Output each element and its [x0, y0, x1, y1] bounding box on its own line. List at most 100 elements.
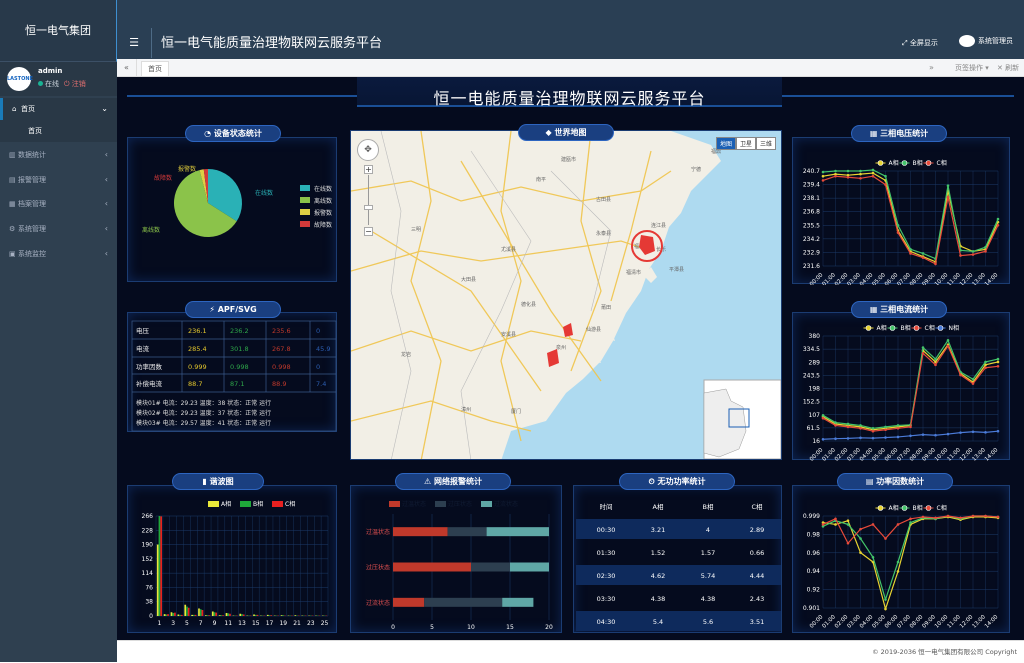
admin-label: 系统管理员 — [978, 37, 1013, 45]
data-point — [872, 556, 875, 559]
legend-swatch-fault — [300, 221, 310, 227]
admin-menu[interactable]: 系统管理员 — [959, 35, 1013, 47]
data-point — [934, 358, 937, 361]
apf-val-a: 236.1 — [188, 327, 207, 335]
tab-ops-button[interactable]: 页签操作 ▾ — [955, 59, 989, 77]
harmonic-bar — [188, 608, 190, 616]
legend-label: A相 — [889, 504, 899, 512]
y-tick-label: 232.9 — [803, 249, 820, 256]
y-tick-label: 238.1 — [803, 195, 820, 202]
tab-next-icon[interactable]: » — [929, 59, 934, 77]
legend-alarm: 报警数 — [314, 209, 332, 217]
y-tick-label: 243.5 — [803, 372, 820, 379]
logout-link[interactable]: ⏻ 注销 — [64, 80, 86, 88]
chevron-down-icon: ⌄ — [101, 98, 108, 120]
avatar[interactable]: LASTONE — [7, 67, 31, 91]
sidebar-item-archive[interactable]: ▦档案管理‹ — [0, 193, 117, 215]
apf-panel: 电压 236.1 236.2 235.6 0 电流 285.4 301.8 26… — [127, 312, 337, 432]
zoom-in-button[interactable]: + — [364, 165, 373, 174]
user-status: 在线⏻ 注销 — [38, 79, 86, 89]
zoom-out-button[interactable]: − — [364, 227, 373, 236]
legend-marker — [890, 326, 895, 331]
reactive-cell: 02:30 — [597, 572, 616, 580]
data-point — [922, 256, 925, 259]
current-title-text: 三相电流统计 — [880, 305, 928, 314]
sidebar-item-home[interactable]: ⌂首页⌄ — [0, 98, 117, 120]
sidebar-item-monitor[interactable]: ▣系统监控‹ — [0, 243, 117, 265]
device-status-title-text: 设备状态统计 — [214, 129, 262, 138]
data-point — [972, 378, 975, 381]
voltage-title: ▦ 三相电压统计 — [851, 125, 947, 142]
zoom-slider-track[interactable] — [368, 175, 369, 225]
pf-panel: 0.9990.980.960.940.920.90100:0001:0002:0… — [792, 485, 1010, 633]
harmonic-bar — [221, 615, 223, 616]
data-point — [847, 426, 850, 429]
map-pan-control[interactable]: ✥ — [357, 139, 379, 161]
legend-marker — [938, 326, 943, 331]
data-point — [834, 170, 837, 173]
sidebar-subitem-home[interactable]: 首页 — [0, 120, 117, 142]
map-view[interactable]: 福州 南平 永泰县 尤溪县 大田县 莆田 泉州 厦门 德化县 安溪县 仙游县 漳… — [351, 131, 782, 460]
data-point — [872, 430, 875, 433]
data-point — [934, 364, 937, 367]
tab-home[interactable]: 首页 — [141, 61, 169, 76]
x-tick-label: 19 — [279, 620, 287, 627]
legend-marker — [902, 161, 907, 166]
x-tick-label: 25 — [321, 620, 329, 627]
harmonic-bar — [165, 614, 167, 616]
data-point — [972, 382, 975, 385]
data-point — [897, 427, 900, 430]
refresh-button[interactable]: ✕ 刷新 — [997, 59, 1019, 77]
data-point — [909, 518, 912, 521]
y-tick-label: 0.901 — [803, 605, 820, 612]
harmonic-bar — [195, 615, 197, 616]
fullscreen-button[interactable]: ⤢ 全屏显示 — [902, 38, 938, 48]
legend-swatch — [481, 501, 492, 507]
data-point — [947, 184, 950, 187]
apf-val-b: 301.8 — [230, 345, 249, 353]
zoom-slider-thumb[interactable] — [364, 205, 373, 210]
harmonic-bar — [294, 615, 296, 616]
y-tick-label: 0.92 — [807, 587, 821, 594]
data-point — [947, 515, 950, 518]
apf-val-c: 0.998 — [272, 363, 291, 371]
data-point — [822, 417, 825, 420]
fullscreen-icon: ⤢ — [902, 39, 910, 47]
y-tick-label: 235.5 — [803, 222, 820, 229]
harmonic-bar — [219, 615, 221, 616]
online-dot-icon — [38, 81, 43, 86]
x-tick-label: 1 — [158, 620, 162, 627]
data-point — [834, 424, 837, 427]
sidebar-item-label: 档案管理 — [18, 200, 46, 208]
apf-title: ⚡ APF/SVG — [185, 301, 281, 318]
reactive-cell: 2.43 — [750, 595, 764, 603]
place-label: 建瓯市 — [561, 156, 576, 163]
sidebar-item-statistics[interactable]: ▥数据统计‹ — [0, 144, 117, 166]
x-tick-label: 15 — [252, 620, 260, 627]
sidebar-item-alarm[interactable]: ▤报警管理‹ — [0, 169, 117, 191]
harmonic-bar — [215, 613, 217, 616]
harmonic-bar — [157, 545, 159, 616]
network-title-text: 网络报警统计 — [434, 477, 482, 486]
data-point — [859, 528, 862, 531]
y-tick-label: 38 — [145, 599, 153, 606]
gear-icon: ⚙ — [9, 218, 18, 240]
harmonic-bar — [200, 609, 202, 616]
data-point — [859, 177, 862, 180]
harmonic-bar — [253, 614, 255, 616]
place-label: 宁德 — [691, 166, 701, 173]
place-label: 泉州 — [556, 344, 566, 351]
sidebar-item-system[interactable]: ⚙系统管理‹ — [0, 218, 117, 240]
menu-toggle-icon[interactable]: ☰ — [117, 28, 152, 58]
map-type-map[interactable]: 地图 — [716, 137, 736, 150]
map-type-satellite[interactable]: 卫星 — [736, 137, 756, 150]
y-tick-label: 0.94 — [807, 568, 821, 575]
map-type-3d[interactable]: 三维 — [756, 137, 776, 150]
y-tick-label: 266 — [142, 513, 154, 520]
tab-prev-icon[interactable]: « — [117, 59, 137, 77]
legend-swatch — [435, 501, 446, 507]
x-tick-label: 14:00 — [984, 447, 1000, 461]
data-point — [934, 434, 937, 437]
harmonic-bar — [159, 516, 161, 616]
reactive-cell: 2.89 — [750, 526, 764, 534]
